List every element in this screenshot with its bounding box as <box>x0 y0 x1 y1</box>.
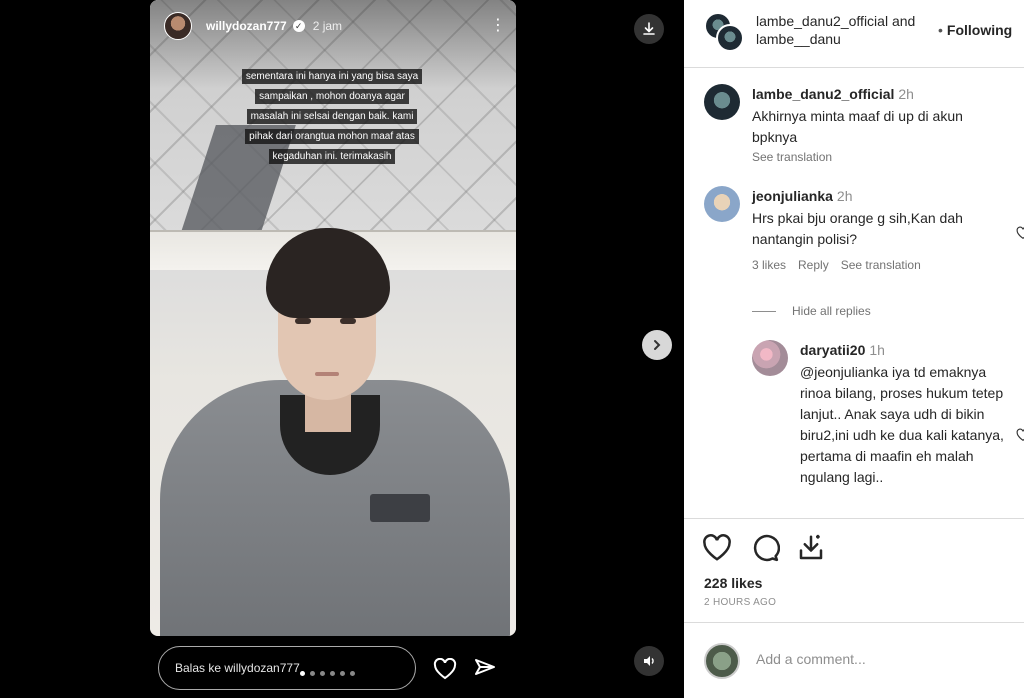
reply-link[interactable]: Reply <box>798 258 829 272</box>
comment-text: Hrs pkai bju orange g sih,Kan dah nantan… <box>752 210 963 247</box>
comment-text: Akhirnya minta maaf di up di akun bpknya <box>752 108 963 145</box>
story-dot <box>320 671 325 676</box>
download-button[interactable] <box>634 14 664 44</box>
comment-username[interactable]: daryatii20 <box>800 342 865 358</box>
heart-icon <box>433 658 457 680</box>
reply-input[interactable]: Balas ke willydozan777 <box>158 646 416 690</box>
story-caption-text: sementara ini hanya ini yang bisa saya s… <box>241 69 423 164</box>
story-header: willydozan777 ✓ 2 jam ⋮ <box>164 12 506 40</box>
heart-icon[interactable] <box>1016 428 1024 442</box>
comment-likes[interactable]: 3 likes <box>752 258 786 272</box>
post-header: lambe_danu2_official and lambe__danu • Fo… <box>684 0 1024 68</box>
comment-time: 2h <box>836 188 853 204</box>
comment-time: 2h <box>898 86 914 102</box>
like-story-button[interactable] <box>432 656 458 682</box>
comment-time: 1h <box>869 342 885 358</box>
story-viewer: willydozan777 ✓ 2 jam ⋮ sementara ini ha… <box>0 0 684 698</box>
sound-icon <box>644 656 654 666</box>
sound-button[interactable] <box>634 646 664 676</box>
hide-replies-label: Hide all replies <box>792 304 871 318</box>
avatar[interactable] <box>704 84 740 120</box>
comment-username[interactable]: jeonjulianka <box>752 188 833 204</box>
heart-icon[interactable] <box>1016 226 1024 240</box>
story-dot <box>350 671 355 676</box>
story-dot <box>340 671 345 676</box>
post-actions: 228 likes 2 HOURS AGO <box>684 518 1024 622</box>
comment-meta: 3 likes Reply See translation <box>752 258 1002 272</box>
avatar <box>716 24 744 52</box>
more-icon[interactable]: ⋮ <box>490 12 506 40</box>
story-media[interactable]: willydozan777 ✓ 2 jam ⋮ sementara ini ha… <box>150 0 516 636</box>
add-comment-input[interactable]: Add a comment... <box>756 651 866 667</box>
send-story-button[interactable] <box>472 656 498 682</box>
post-authors[interactable]: lambe_danu2_official and lambe__danu <box>756 12 926 48</box>
comment-bar: Add a comment... <box>684 622 1024 698</box>
story-progress-dots <box>300 671 355 676</box>
comments-panel: lambe_danu2_official and lambe__danu • Fo… <box>684 0 1024 698</box>
heart-icon[interactable] <box>702 533 732 563</box>
comment-text: @jeonjulianka iya td emaknya rinoa bilan… <box>800 364 1004 485</box>
next-story-button[interactable] <box>642 330 672 360</box>
comment-icon[interactable] <box>750 533 780 563</box>
likes-count[interactable]: 228 likes <box>704 575 762 591</box>
avatar[interactable] <box>752 340 788 376</box>
download-icon <box>643 22 655 35</box>
following-button[interactable]: • Following <box>938 22 1012 38</box>
following-label: Following <box>946 22 1013 38</box>
see-translation-link[interactable]: See translation <box>752 150 832 164</box>
story-avatar[interactable] <box>164 12 192 40</box>
story-dot <box>330 671 335 676</box>
story-dot <box>300 671 305 676</box>
see-translation-link[interactable]: See translation <box>841 258 921 272</box>
post-timestamp: 2 HOURS AGO <box>704 597 777 608</box>
verified-icon: ✓ <box>292 20 305 32</box>
next-arrow-icon <box>654 340 661 350</box>
story-time: 2 jam <box>312 19 343 33</box>
story-dot <box>310 671 315 676</box>
comment-meta: See translation <box>752 150 1002 164</box>
story-username[interactable]: willydozan777 <box>206 19 287 33</box>
collab-avatars[interactable] <box>704 12 746 54</box>
comment-username[interactable]: lambe_danu2_official <box>752 86 894 102</box>
share-icon[interactable] <box>796 533 826 563</box>
hide-replies-toggle[interactable]: Hide all replies <box>752 304 871 318</box>
send-icon <box>475 659 495 675</box>
divider <box>752 310 776 312</box>
avatar <box>704 643 740 679</box>
avatar[interactable] <box>704 186 740 222</box>
story-caption: sementara ini hanya ini yang bisa saya s… <box>240 66 424 166</box>
